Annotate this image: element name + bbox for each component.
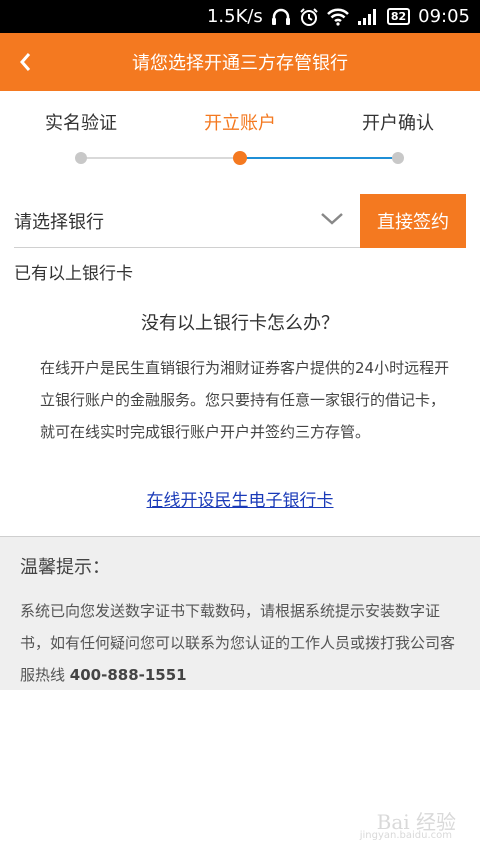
wifi-icon bbox=[326, 8, 349, 26]
tips-panel: 温馨提示： 系统已向您发送数字证书下载数码，请根据系统提示安装数字证书，如有任何… bbox=[0, 536, 480, 690]
alarm-icon bbox=[299, 7, 319, 27]
faq-title: 没有以上银行卡怎么办？ bbox=[141, 313, 339, 334]
faq-body: 在线开户是民生直销银行为湘财证券客户提供的24小时远程开立银行账户的金融服务。您… bbox=[40, 359, 450, 441]
step-dot-verify bbox=[75, 152, 87, 164]
battery-icon: 82 bbox=[386, 8, 411, 25]
step-line-done bbox=[81, 157, 240, 159]
step-label-open-account: 开立账户 bbox=[204, 113, 276, 134]
status-bar: 1.5K/s 82 09:05 bbox=[0, 0, 480, 33]
tips-body: 系统已向您发送数字证书下载数码，请根据系统提示安装数字证书，如有任何疑问您可以联… bbox=[20, 595, 460, 691]
app-header: 请您选择开通三方存管银行 bbox=[0, 33, 480, 91]
bank-select-placeholder: 请选择银行 bbox=[14, 211, 104, 233]
open-ebank-link[interactable]: 在线开设民生电子银行卡 bbox=[0, 486, 480, 511]
chevron-down-icon bbox=[321, 213, 343, 225]
step-line-pending bbox=[240, 157, 398, 159]
clock: 09:05 bbox=[418, 6, 470, 27]
tips-title: 温馨提示： bbox=[20, 557, 110, 578]
bank-select-dropdown[interactable]: 请选择银行 bbox=[14, 194, 360, 248]
headphones-icon bbox=[271, 8, 291, 26]
has-card-text: 已有以上银行卡 bbox=[14, 264, 133, 284]
hotline-number[interactable]: 400-888-1551 bbox=[70, 666, 187, 684]
direct-sign-button[interactable]: 直接签约 bbox=[360, 194, 466, 248]
back-button[interactable] bbox=[18, 33, 48, 91]
signal-icon bbox=[357, 8, 379, 26]
step-label-verify: 实名验证 bbox=[45, 113, 117, 134]
watermark-sub: jingyan.baidu.com bbox=[359, 830, 452, 841]
step-dot-confirm bbox=[392, 152, 404, 164]
step-label-confirm: 开户确认 bbox=[362, 113, 434, 134]
step-dot-open-account bbox=[233, 151, 247, 165]
net-speed: 1.5K/s bbox=[206, 6, 263, 27]
chevron-left-icon bbox=[20, 53, 31, 71]
page-title: 请您选择开通三方存管银行 bbox=[132, 53, 348, 74]
bank-select-row: 请选择银行 直接签约 bbox=[0, 194, 480, 248]
